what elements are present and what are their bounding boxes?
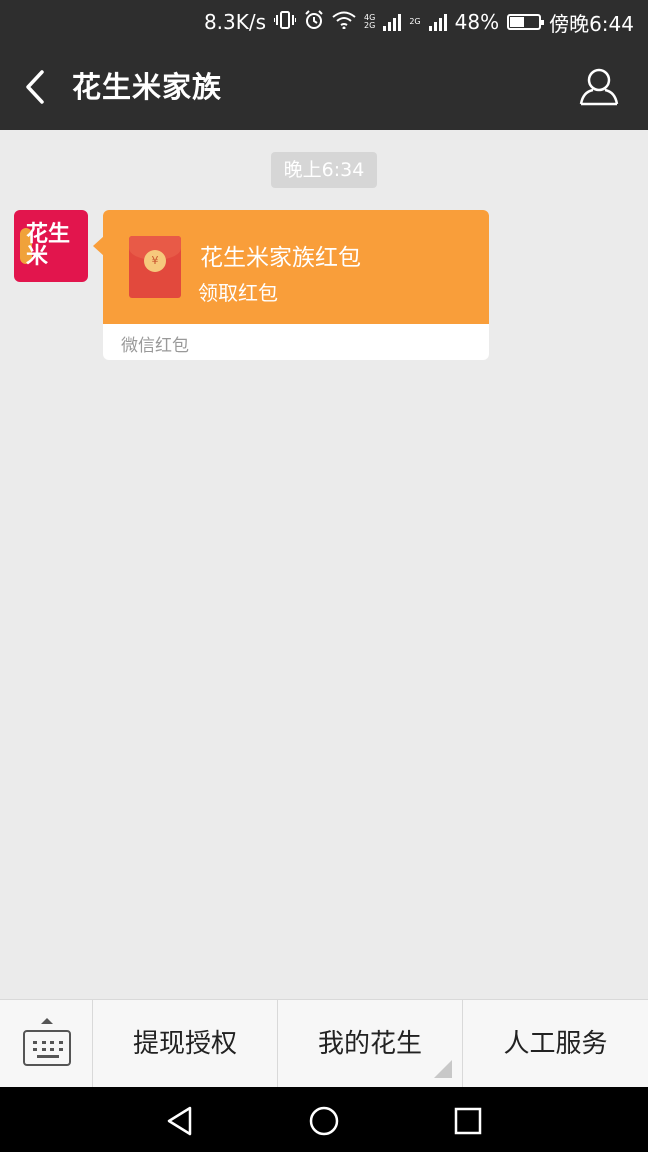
avatar-text-line-1: 花生: [26, 222, 71, 247]
network-type-1: 4G 2G: [364, 14, 375, 30]
menu-item-customer-service[interactable]: 人工服务: [463, 1000, 648, 1088]
clock: 傍晚6:44: [549, 11, 634, 36]
caret-up-icon: [41, 1018, 53, 1024]
red-packet-message[interactable]: ¥ 花生米家族红包 领取红包 微信红包: [103, 210, 489, 360]
red-packet-action: 领取红包: [198, 281, 278, 305]
chat-title: 花生米家族: [72, 70, 223, 104]
system-nav-bar: [0, 1087, 648, 1152]
menu-item-withdraw-auth[interactable]: 提现授权: [93, 1000, 278, 1088]
battery-percent: 48%: [454, 10, 500, 34]
home-circle-icon[interactable]: [308, 1105, 340, 1137]
status-bar: 8.3K/s 4G 2G 2G 48% 傍晚6:44: [0, 0, 648, 44]
submenu-indicator-icon: [434, 1060, 452, 1078]
alarm-icon: [304, 10, 324, 34]
person-icon: [579, 68, 619, 106]
status-bar-right: 8.3K/s 4G 2G 2G 48% 傍晚6:44: [204, 0, 634, 44]
red-packet-title: 花生米家族红包: [200, 245, 361, 271]
back-button[interactable]: [18, 64, 58, 110]
yuan-coin-icon: ¥: [144, 250, 166, 272]
network-label-2g-b: 2G: [409, 17, 421, 26]
chevron-left-icon: [26, 70, 44, 104]
network-label-2g-a: 2G: [364, 21, 376, 30]
keyboard-icon: [23, 1030, 71, 1066]
vibrate-icon: [273, 10, 298, 34]
keyboard-toggle-button[interactable]: [0, 1000, 93, 1088]
back-triangle-icon[interactable]: [164, 1105, 196, 1137]
chat-info-button[interactable]: [578, 66, 620, 108]
battery-icon: [507, 14, 545, 30]
recents-square-icon[interactable]: [452, 1105, 484, 1137]
red-packet-footer: 微信红包: [121, 336, 189, 356]
red-envelope-icon: ¥: [129, 236, 181, 298]
avatar-logo-text: 花生 米: [26, 224, 86, 268]
network-speed: 8.3K/s: [203, 10, 267, 34]
network-type-2: 2G: [409, 18, 420, 26]
wifi-icon: [332, 11, 356, 33]
message-timestamp: 晚上6:34: [271, 152, 377, 188]
service-menu-bar: 提现授权 我的花生 人工服务: [0, 999, 648, 1088]
sender-avatar[interactable]: 花生 米: [14, 210, 88, 282]
menu-item-my-peanuts[interactable]: 我的花生: [278, 1000, 463, 1088]
menu-item-my-peanuts-label: 我的花生: [317, 1029, 422, 1059]
chat-header: 花生米家族: [0, 44, 648, 130]
avatar-text-line-2: 米: [26, 244, 49, 269]
red-packet-body: ¥ 花生米家族红包 领取红包: [103, 210, 489, 324]
signal-icon-2: [428, 13, 447, 31]
signal-icon-1: [383, 13, 402, 31]
battery-fill: [510, 17, 524, 27]
